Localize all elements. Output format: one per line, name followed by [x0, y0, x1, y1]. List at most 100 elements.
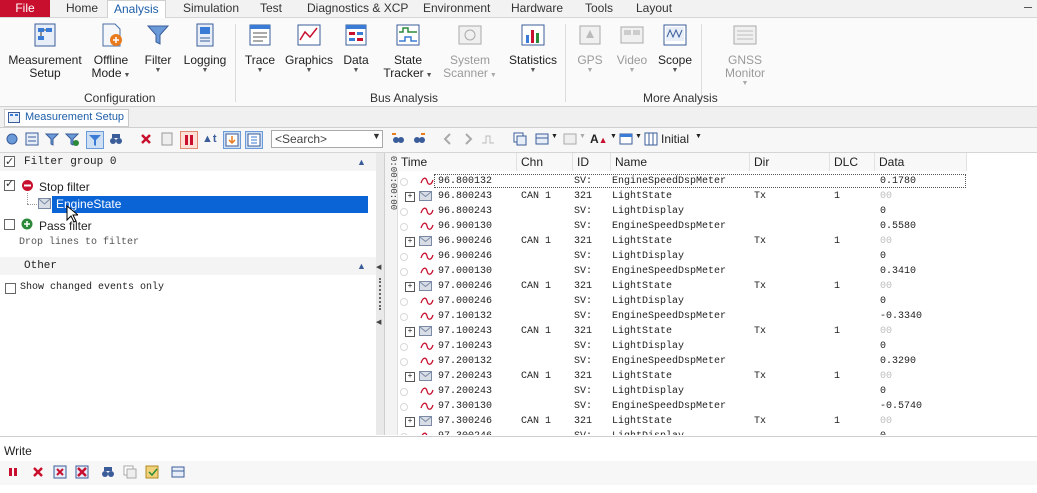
- font-size-icon[interactable]: A▲: [590, 131, 610, 147]
- config-icon[interactable]: [4, 131, 20, 147]
- splitter-grip[interactable]: [379, 278, 383, 310]
- tab-diagnostics-xcp[interactable]: Diagnostics & XCP: [307, 0, 408, 17]
- other-section-header[interactable]: Other ▲: [0, 257, 376, 275]
- measurement-setup-button[interactable]: Measurement Setup: [6, 22, 84, 80]
- expand-icon[interactable]: +: [405, 372, 415, 382]
- window-icon[interactable]: [618, 131, 634, 147]
- trace-signal-row[interactable]: 97.000246 SV: LightDisplay 0: [397, 294, 1037, 309]
- columns-icon[interactable]: [562, 131, 578, 147]
- trace-message-row[interactable]: +96.800243 CAN 1 321 LightState Tx 1 00: [397, 189, 1037, 204]
- initial-layout-icon[interactable]: [643, 131, 659, 147]
- filter-item-enginestate[interactable]: EngineState: [52, 196, 368, 213]
- logging-button[interactable]: Logging ▼: [182, 22, 228, 75]
- trace-message-row[interactable]: +97.000246 CAN 1 321 LightState Tx 1 00: [397, 279, 1037, 294]
- column-header-data[interactable]: Data: [875, 153, 967, 171]
- absolute-time-icon[interactable]: ▲t: [202, 131, 218, 147]
- trace-signal-row[interactable]: 97.100243 SV: LightDisplay 0: [397, 339, 1037, 354]
- list-icon[interactable]: [24, 131, 40, 147]
- tab-layout[interactable]: Layout: [636, 0, 672, 17]
- expand-icon[interactable]: +: [405, 192, 415, 202]
- column-header-id[interactable]: ID: [573, 153, 611, 171]
- minimize-ribbon-icon[interactable]: [1024, 7, 1032, 8]
- trace-signal-row[interactable]: 97.200132 SV: EngineSpeedDspMeter 0.3290: [397, 354, 1037, 369]
- trace-signal-row[interactable]: 97.300130 SV: EngineSpeedDspMeter -0.5740: [397, 399, 1037, 414]
- chronological-icon[interactable]: [245, 131, 263, 149]
- tab-measurement-setup[interactable]: Measurement Setup: [4, 109, 130, 127]
- delete-all-icon[interactable]: [74, 464, 90, 480]
- trace-signal-row[interactable]: 97.100132 SV: EngineSpeedDspMeter -0.3340: [397, 309, 1037, 324]
- binoculars-icon[interactable]: [108, 131, 124, 147]
- initial-layout-label[interactable]: Initial: [661, 132, 689, 146]
- statistics-button[interactable]: Statistics ▼: [508, 22, 558, 75]
- copy-icon[interactable]: [122, 464, 138, 480]
- filter-settings-icon[interactable]: [44, 131, 60, 147]
- save-icon[interactable]: [144, 464, 160, 480]
- filter-group-header[interactable]: ✓ Filter group 0 ▲: [0, 153, 376, 171]
- delete-filtered-icon[interactable]: [52, 464, 68, 480]
- trace-button[interactable]: Trace ▼: [242, 22, 278, 75]
- pass-filter-checkbox[interactable]: [4, 219, 15, 230]
- search-input[interactable]: <Search>: [271, 130, 383, 148]
- column-header-chn[interactable]: Chn: [517, 153, 573, 171]
- binoculars-icon[interactable]: [100, 464, 116, 480]
- system-scanner-button[interactable]: System Scanner ▼: [442, 22, 498, 80]
- column-header-time[interactable]: Time: [397, 153, 517, 171]
- file-menu[interactable]: File: [0, 0, 50, 17]
- stop-filter-checkbox[interactable]: ✓: [4, 178, 15, 191]
- panel-splitter[interactable]: ◀ ◀: [376, 153, 385, 435]
- filter-add-icon[interactable]: [64, 131, 80, 147]
- trigger-icon[interactable]: [480, 131, 496, 147]
- pause-icon[interactable]: [180, 131, 198, 149]
- state-tracker-button[interactable]: State Tracker ▼: [382, 22, 434, 80]
- chevron-down-icon[interactable]: ▼: [635, 133, 642, 140]
- show-changed-checkbox[interactable]: [5, 283, 16, 294]
- forward-icon[interactable]: [460, 131, 476, 147]
- trace-message-row[interactable]: +97.300246 CAN 1 321 LightState Tx 1 00: [397, 414, 1037, 429]
- column-header-name[interactable]: Name: [611, 153, 750, 171]
- scope-button[interactable]: Scope ▼: [656, 22, 694, 75]
- expand-icon[interactable]: +: [405, 327, 415, 337]
- layout-icon[interactable]: [534, 131, 550, 147]
- column-header-dir[interactable]: Dir: [750, 153, 830, 171]
- trace-signal-row[interactable]: 97.200243 SV: LightDisplay 0: [397, 384, 1037, 399]
- back-icon[interactable]: [440, 131, 456, 147]
- trace-signal-row[interactable]: 96.900246 SV: LightDisplay 0: [397, 249, 1037, 264]
- delete-icon[interactable]: [138, 131, 154, 147]
- expand-icon[interactable]: +: [405, 282, 415, 292]
- chevron-down-icon[interactable]: ▼: [579, 133, 586, 140]
- chevron-down-icon[interactable]: ▼: [551, 133, 558, 140]
- show-changed-label[interactable]: Show changed events only: [20, 282, 164, 293]
- tab-simulation[interactable]: Simulation: [183, 0, 239, 17]
- tab-hardware[interactable]: Hardware: [511, 0, 563, 17]
- find-previous-icon[interactable]: [390, 131, 406, 147]
- tab-home[interactable]: Home: [66, 0, 98, 17]
- column-header-dlc[interactable]: DLC: [830, 153, 875, 171]
- trace-signal-row[interactable]: 96.800132 SV: EngineSpeedDspMeter 0.1780: [397, 174, 1037, 189]
- layout-icon[interactable]: [170, 464, 186, 480]
- trace-signal-row[interactable]: 97.300246 SV: LightDisplay 0: [397, 429, 1037, 435]
- filter-active-icon[interactable]: [86, 131, 104, 149]
- tab-analysis[interactable]: Analysis: [107, 0, 166, 19]
- tab-test[interactable]: Test: [260, 0, 282, 17]
- expand-icon[interactable]: +: [405, 417, 415, 427]
- autoscroll-icon[interactable]: [223, 131, 241, 149]
- trace-message-row[interactable]: +97.100243 CAN 1 321 LightState Tx 1 00: [397, 324, 1037, 339]
- trace-message-row[interactable]: +97.200243 CAN 1 321 LightState Tx 1 00: [397, 369, 1037, 384]
- collapse-icon[interactable]: ▲: [357, 257, 366, 275]
- gnss-monitor-button[interactable]: GNSS Monitor ▼: [707, 22, 783, 88]
- trace-signal-row[interactable]: 97.000130 SV: EngineSpeedDspMeter 0.3410: [397, 264, 1037, 279]
- gps-button[interactable]: GPS ▼: [574, 22, 606, 75]
- graphics-button[interactable]: Graphics ▼: [284, 22, 334, 75]
- trace-signal-row[interactable]: 96.900130 SV: EngineSpeedDspMeter 0.5580: [397, 219, 1037, 234]
- chevron-down-icon[interactable]: ▼: [695, 133, 702, 140]
- filter-button[interactable]: Filter ▼: [140, 22, 176, 75]
- collapse-left-icon[interactable]: ◀: [376, 318, 381, 326]
- collapse-icon[interactable]: ▲: [357, 153, 366, 171]
- chevron-down-icon[interactable]: ▼: [372, 131, 381, 141]
- copy-icon[interactable]: [512, 131, 528, 147]
- pause-icon[interactable]: [5, 464, 21, 480]
- delete-icon[interactable]: [30, 464, 46, 480]
- find-next-icon[interactable]: [411, 131, 427, 147]
- tab-environment[interactable]: Environment: [423, 0, 490, 17]
- filter-group-checkbox[interactable]: ✓: [4, 156, 15, 168]
